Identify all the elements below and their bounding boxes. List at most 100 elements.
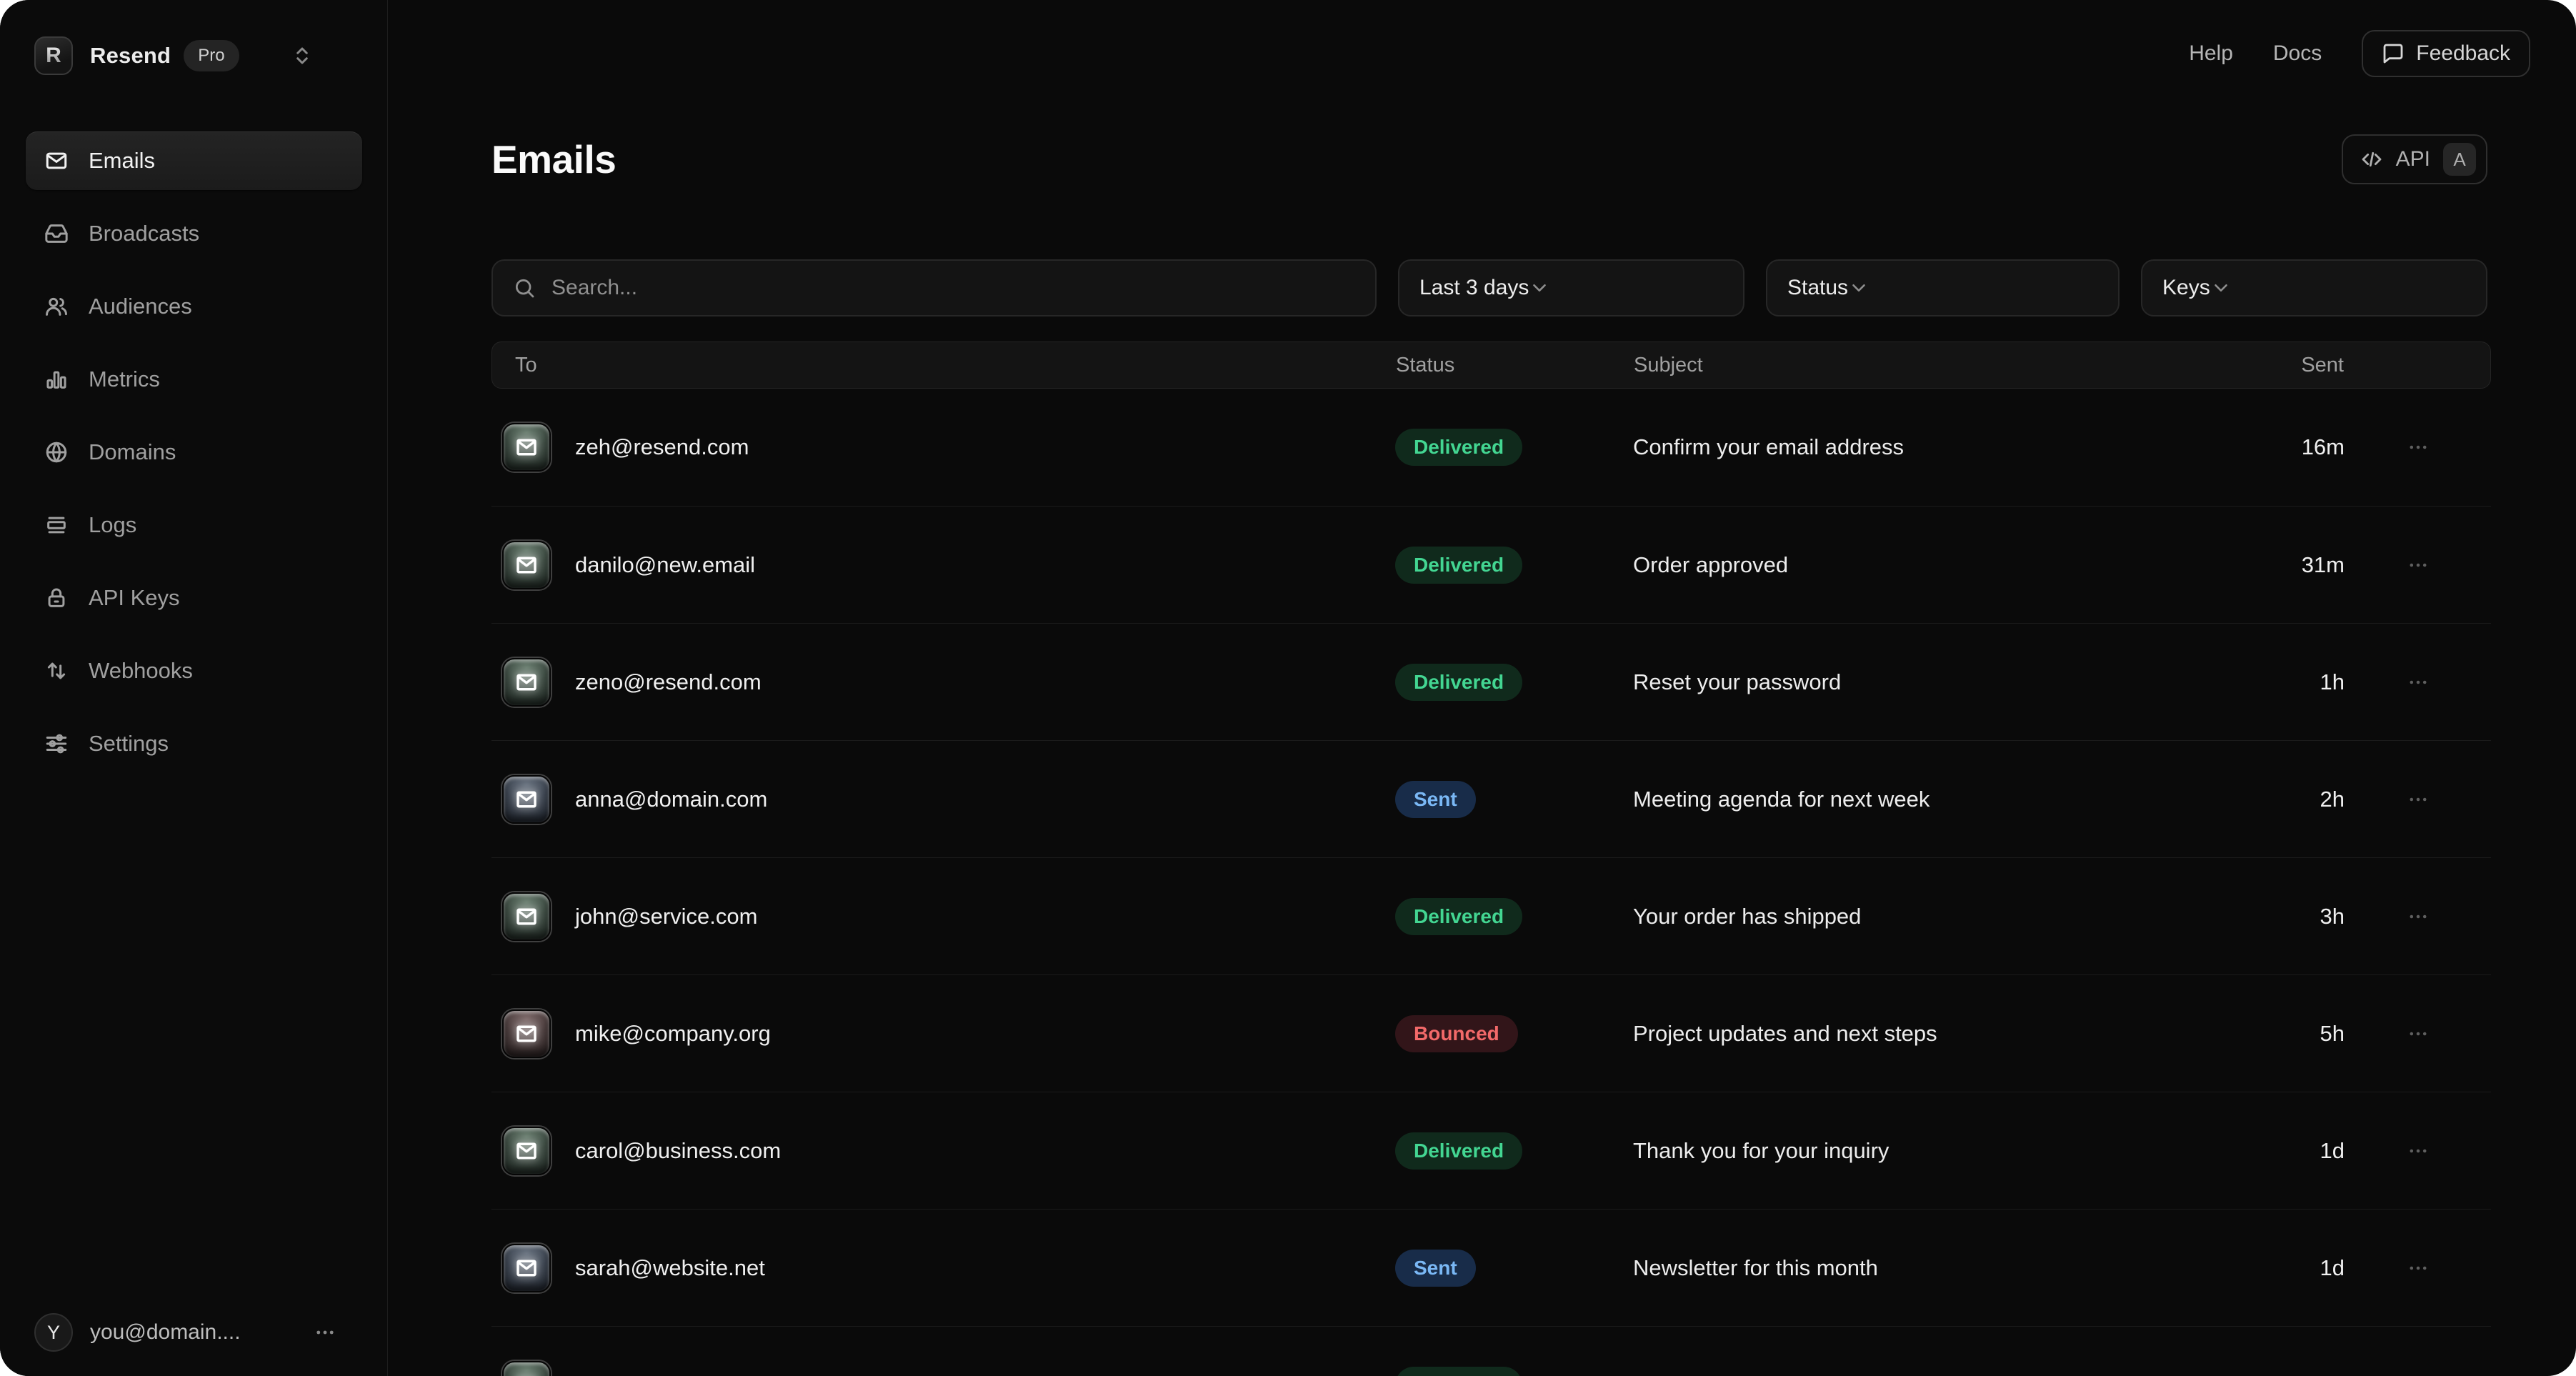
feedback-label: Feedback xyxy=(2416,41,2510,66)
status-badge: Delivered xyxy=(1395,429,1522,466)
user-email: you@domain.... xyxy=(90,1320,241,1345)
sidebar-item-logs[interactable]: Logs xyxy=(26,496,362,554)
sent-time: 5h xyxy=(2048,1021,2345,1047)
email-row[interactable]: sarah@website.netSent Newsletter for this… xyxy=(491,1209,2491,1326)
status-badge: Delivered xyxy=(1395,898,1522,935)
help-link[interactable]: Help xyxy=(2189,41,2233,66)
sent-time: 1d xyxy=(2048,1138,2345,1164)
sent-time: 1d xyxy=(2048,1255,2345,1281)
keys-dropdown[interactable]: Keys xyxy=(2141,259,2487,316)
email-row[interactable]: zeno@resend.comDeliveredReset your passw… xyxy=(491,623,2491,740)
recipient-email: carol@business.com xyxy=(575,1138,781,1164)
search-input[interactable] xyxy=(551,276,1355,300)
envelope-icon xyxy=(44,149,69,173)
recipient-email: zeno@resend.com xyxy=(575,669,762,695)
sidebar-item-label: Webhooks xyxy=(89,658,193,684)
email-subject: Project updates and next steps xyxy=(1633,1021,2048,1047)
search-box[interactable] xyxy=(491,259,1377,316)
sidebar-item-label: API Keys xyxy=(89,585,180,611)
recipient-cell: zeh@resend.com xyxy=(491,423,1395,472)
sidebar-item-audiences[interactable]: Audiences xyxy=(26,277,362,336)
email-row[interactable]: zeh@resend.comDeliveredConfirm your emai… xyxy=(491,389,2491,506)
sidebar-item-label: Logs xyxy=(89,512,136,538)
sidebar-item-settings[interactable]: Settings xyxy=(26,714,362,773)
column-header-to: To xyxy=(492,354,1396,377)
email-envelope-icon xyxy=(502,541,551,589)
brand-name: Resend xyxy=(90,43,171,69)
message-square-icon xyxy=(2382,42,2405,65)
api-button[interactable]: API A xyxy=(2342,134,2487,184)
email-envelope-icon xyxy=(502,423,551,472)
sent-time: 2h xyxy=(2048,787,2345,812)
recipient-cell: carol@business.com xyxy=(491,1127,1395,1175)
row-menu-dots-icon[interactable] xyxy=(2345,1256,2491,1280)
row-menu-dots-icon[interactable] xyxy=(2345,553,2491,577)
topbar: Help Docs Feedback xyxy=(2189,29,2530,79)
search-icon xyxy=(513,276,536,299)
row-menu-dots-icon[interactable] xyxy=(2345,1373,2491,1376)
email-envelope-icon xyxy=(502,1244,551,1292)
email-subject: Meeting agenda for next week xyxy=(1633,787,2048,812)
email-row[interactable]: anna@domain.comSentMeeting agenda for ne… xyxy=(491,740,2491,857)
sidebar-item-label: Audiences xyxy=(89,294,192,319)
user-row[interactable]: Y you@domain.... xyxy=(34,1313,337,1352)
row-menu-dots-icon[interactable] xyxy=(2345,904,2491,929)
sidebar-item-label: Domains xyxy=(89,439,176,465)
chevrons-up-down-icon[interactable] xyxy=(291,45,313,66)
sidebar-item-label: Broadcasts xyxy=(89,221,199,246)
sidebar-item-label: Settings xyxy=(89,731,169,757)
recipient-email: anna@domain.com xyxy=(575,787,767,812)
recipient-cell: sarah@website.net xyxy=(491,1244,1395,1292)
sidebar-item-label: Emails xyxy=(89,148,155,174)
email-row[interactable]: Delivered xyxy=(491,1326,2491,1376)
email-row[interactable]: mike@company.org Bounced Project updates a… xyxy=(491,974,2491,1092)
status-badge: Bounced xyxy=(1395,1015,1518,1052)
email-row[interactable]: danilo@new.emailDeliveredOrder approved3… xyxy=(491,506,2491,623)
status-dropdown[interactable]: Status xyxy=(1766,259,2120,316)
recipient-cell: zeno@resend.com xyxy=(491,658,1395,707)
row-menu-dots-icon[interactable] xyxy=(2345,670,2491,694)
row-menu-dots-icon[interactable] xyxy=(2345,1022,2491,1046)
recipient-cell xyxy=(491,1361,1395,1376)
email-subject: Thank you for your inquiry xyxy=(1633,1138,2048,1164)
user-menu-dots-icon[interactable] xyxy=(313,1320,337,1345)
arrows-up-down-icon xyxy=(44,659,69,683)
sidebar-item-broadcasts[interactable]: Broadcasts xyxy=(26,204,362,263)
email-subject: Newsletter for this month xyxy=(1633,1255,2048,1281)
row-menu-dots-icon[interactable] xyxy=(2345,435,2491,459)
sidebar-item-api-keys[interactable]: API Keys xyxy=(26,569,362,627)
sidebar-item-webhooks[interactable]: Webhooks xyxy=(26,642,362,700)
email-envelope-icon xyxy=(502,892,551,941)
page-title: Emails xyxy=(491,136,616,182)
recipient-email: mike@company.org xyxy=(575,1021,771,1047)
email-subject: Your order has shipped xyxy=(1633,904,2048,929)
sidebar-item-domains[interactable]: Domains xyxy=(26,423,362,482)
sidebar-item-emails[interactable]: Emails xyxy=(26,131,362,190)
recipient-cell: danilo@new.email xyxy=(491,541,1395,589)
recipient-cell: anna@domain.com xyxy=(491,775,1395,824)
docs-link[interactable]: Docs xyxy=(2273,41,2322,66)
row-menu-dots-icon[interactable] xyxy=(2345,1139,2491,1163)
users-icon xyxy=(44,294,69,319)
sidebar-item-label: Metrics xyxy=(89,367,160,392)
globe-icon xyxy=(44,440,69,464)
date-range-dropdown[interactable]: Last 3 days xyxy=(1398,259,1744,316)
filters-row: Last 3 days Status Keys xyxy=(491,259,2487,316)
email-row[interactable]: carol@business.comDeliveredThank you for… xyxy=(491,1092,2491,1209)
workspace-switcher[interactable]: R Resend Pro xyxy=(34,33,313,79)
row-menu-dots-icon[interactable] xyxy=(2345,787,2491,812)
keys-value: Keys xyxy=(2162,276,2210,300)
sidebar-nav: Emails Broadcasts Audiences Metrics Domains L… xyxy=(26,131,362,787)
email-subject: Reset your password xyxy=(1633,669,2048,695)
email-envelope-icon xyxy=(502,775,551,824)
recipient-cell: mike@company.org xyxy=(491,1009,1395,1058)
status-badge: Sent xyxy=(1395,1250,1476,1287)
email-row[interactable]: john@service.comDeliveredYour order has … xyxy=(491,857,2491,974)
column-header-sent: Sent xyxy=(2047,354,2344,377)
lock-icon xyxy=(44,586,69,610)
sent-time: 3h xyxy=(2048,904,2345,929)
api-shortcut-key: A xyxy=(2443,143,2476,176)
sidebar-item-metrics[interactable]: Metrics xyxy=(26,350,362,409)
feedback-button[interactable]: Feedback xyxy=(2362,30,2530,77)
inbox-icon xyxy=(44,221,69,246)
